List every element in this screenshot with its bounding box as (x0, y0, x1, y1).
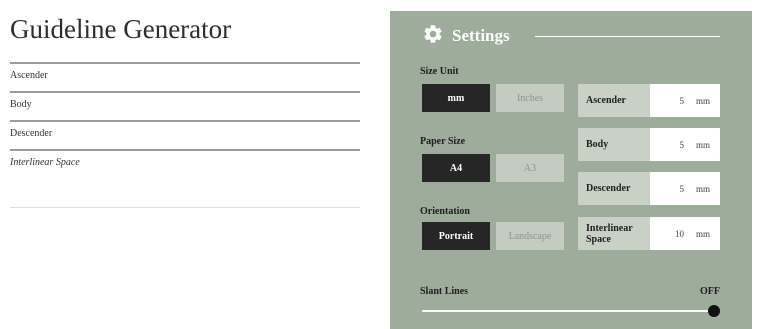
orientation-portrait-button[interactable]: Portrait (422, 222, 490, 250)
header-divider (535, 36, 720, 37)
guideline-label: Interlinear Space (10, 157, 80, 168)
slant-lines-state: OFF (700, 286, 720, 297)
settings-header: Settings (422, 23, 510, 49)
body-unit: mm (695, 139, 710, 150)
guideline-rule (10, 120, 360, 122)
interlinear-space-input[interactable]: 10 mm (650, 217, 720, 250)
body-value[interactable]: 5 (679, 140, 684, 150)
ascender-field-label: Ascender (578, 84, 650, 117)
guideline-rule (10, 91, 360, 93)
slant-lines-slider-handle[interactable] (708, 305, 720, 317)
paper-size-label: Paper Size (420, 136, 466, 147)
interlinear-space-value[interactable]: 10 (675, 229, 684, 239)
settings-panel: Settings Size Unit mm Inches Paper Size … (390, 11, 752, 329)
descender-unit: mm (695, 183, 710, 194)
ascender-unit: mm (695, 95, 710, 106)
paper-size-a4-button[interactable]: A4 (422, 154, 490, 182)
ascender-field: Ascender 5 mm (578, 84, 720, 117)
ascender-input[interactable]: 5 mm (650, 84, 720, 117)
slant-lines-slider-track[interactable] (422, 310, 714, 312)
guideline-label: Body (10, 99, 32, 110)
descender-field: Descender 5 mm (578, 172, 720, 205)
guideline-rule (10, 149, 360, 151)
guideline-label: Ascender (10, 70, 48, 81)
descender-input[interactable]: 5 mm (650, 172, 720, 205)
guideline-rule (10, 207, 360, 208)
guideline-rule (10, 62, 360, 64)
orientation-landscape-button[interactable]: Landscape (496, 222, 564, 250)
ascender-value[interactable]: 5 (679, 96, 684, 106)
size-unit-mm-button[interactable]: mm (422, 84, 490, 112)
body-field: Body 5 mm (578, 128, 720, 161)
size-unit-inches-button[interactable]: Inches (496, 84, 564, 112)
interlinear-space-field: Interlinear Space 10 mm (578, 217, 720, 250)
interlinear-space-field-label: Interlinear Space (578, 217, 650, 250)
descender-field-label: Descender (578, 172, 650, 205)
gear-icon (422, 23, 444, 50)
orientation-label: Orientation (420, 206, 470, 217)
guideline-label: Descender (10, 128, 53, 139)
page-title: Guideline Generator (10, 14, 232, 44)
descender-value[interactable]: 5 (679, 184, 684, 194)
settings-title: Settings (452, 26, 510, 45)
interlinear-space-unit: mm (695, 228, 710, 239)
paper-size-a3-button[interactable]: A3 (496, 154, 564, 182)
size-unit-label: Size Unit (420, 66, 459, 77)
body-field-label: Body (578, 128, 650, 161)
body-input[interactable]: 5 mm (650, 128, 720, 161)
slant-lines-label: Slant Lines (420, 286, 469, 297)
